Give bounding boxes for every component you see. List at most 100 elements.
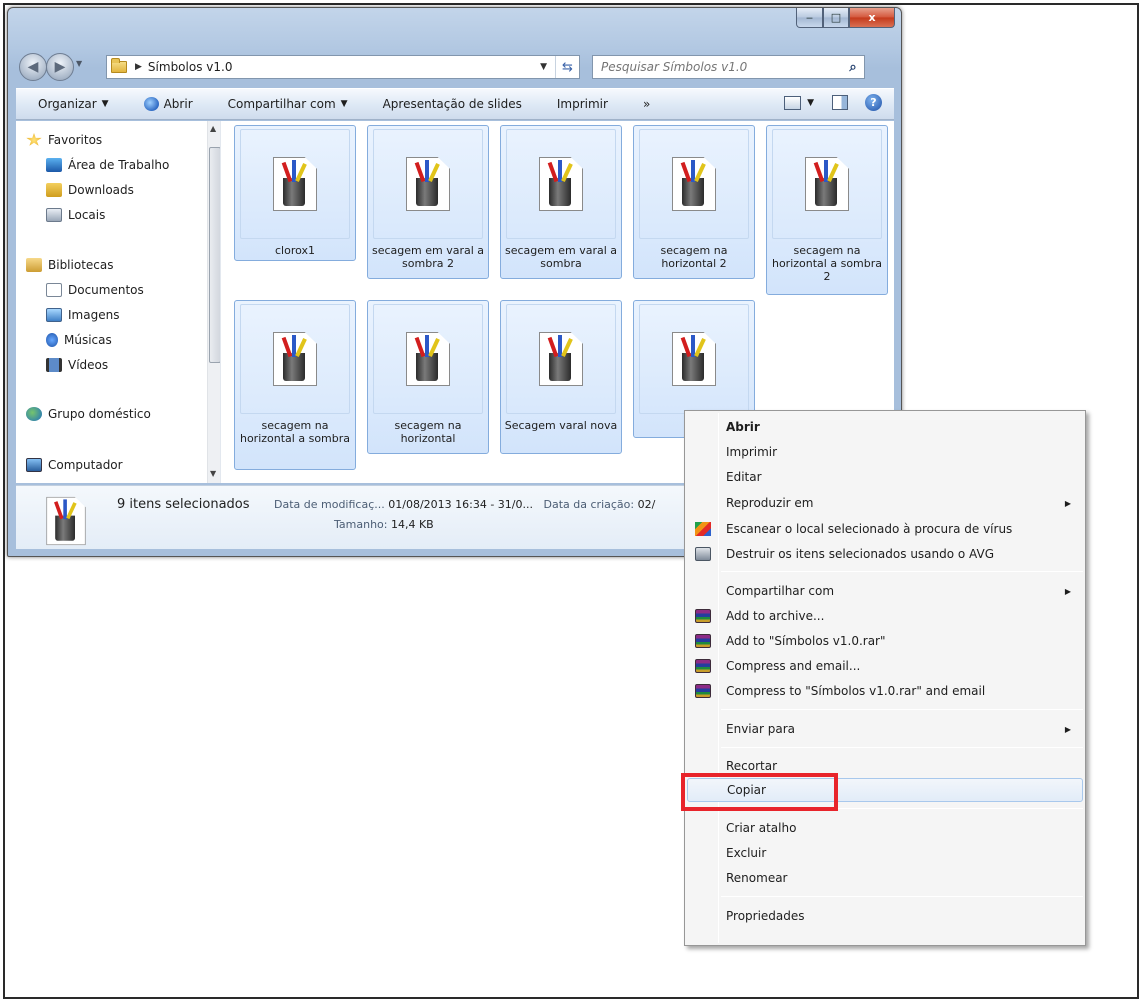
nav-videos[interactable]: Vídeos <box>46 355 108 375</box>
menu-item-add-rar[interactable]: Add to "Símbolos v1.0.rar" <box>687 629 1083 653</box>
nav-libraries[interactable]: Bibliotecas <box>26 255 113 275</box>
created-value: 02/ <box>637 498 656 511</box>
file-name: secagem na horizontal a sombra 2 <box>771 244 883 283</box>
selection-count: 9 itens selecionados <box>117 497 250 512</box>
chevron-down-icon: ▼ <box>340 99 348 109</box>
menu-item-send-to[interactable]: Enviar para ▶ <box>687 717 1083 741</box>
nav-images[interactable]: Imagens <box>46 305 119 325</box>
scrollbar-thumb[interactable] <box>209 147 220 363</box>
close-button[interactable]: x <box>849 8 895 28</box>
file-item[interactable]: secagem na horizontal a sombra <box>234 300 356 470</box>
folder-icon <box>111 58 127 73</box>
file-item[interactable]: clorox1 <box>234 125 356 261</box>
scroll-up-icon[interactable]: ▲ <box>210 124 216 133</box>
winrar-icon <box>695 684 711 698</box>
nav-scrollbar[interactable]: ▲ ▼ <box>207 121 220 483</box>
desktop-icon <box>46 158 62 172</box>
menu-item-compress-rar-email[interactable]: Compress to "Símbolos v1.0.rar" and emai… <box>687 679 1083 703</box>
forward-button[interactable]: ▶ <box>46 53 74 81</box>
image-file-icon <box>406 157 450 211</box>
search-icon[interactable]: ⌕ <box>842 60 864 75</box>
menu-item-share-with[interactable]: Compartilhar com ▶ <box>687 579 1083 603</box>
library-icon <box>26 258 42 272</box>
file-item[interactable]: secagem na horizontal <box>367 300 489 454</box>
nav-computer[interactable]: Computador <box>26 455 123 475</box>
breadcrumb-folder[interactable]: Símbolos v1.0 <box>148 60 233 74</box>
menu-item-shred[interactable]: Destruir os itens selecionados usando o … <box>687 542 1083 566</box>
chevron-down-icon[interactable]: ▼ <box>807 98 814 108</box>
nav-places[interactable]: Locais <box>46 205 105 225</box>
image-file-icon <box>406 332 450 386</box>
nav-documents[interactable]: Documentos <box>46 280 144 300</box>
change-view-icon[interactable] <box>784 95 802 110</box>
arrow-left-icon: ◀ <box>27 59 39 75</box>
image-file-icon <box>273 332 317 386</box>
nav-label: Bibliotecas <box>48 258 114 272</box>
menu-item-scan-virus[interactable]: Escanear o local selecionado à procura d… <box>687 517 1083 541</box>
music-note-icon <box>46 333 58 347</box>
slideshow-button[interactable]: Apresentação de slides <box>383 92 522 116</box>
nav-homegroup[interactable]: Grupo doméstico <box>26 404 151 424</box>
scroll-down-icon[interactable]: ▼ <box>210 469 216 478</box>
recent-pages-dropdown[interactable]: ▼ <box>76 59 82 68</box>
file-item[interactable]: secagem na horizontal a sombra 2 <box>766 125 888 295</box>
nav-label: Área de Trabalho <box>68 158 170 172</box>
menu-item-delete[interactable]: Excluir <box>687 841 1083 865</box>
open-icon <box>143 97 159 111</box>
menu-item-open[interactable]: Abrir <box>687 415 1083 439</box>
preview-pane-icon[interactable] <box>832 95 848 110</box>
menu-label: Compartilhar com <box>726 584 835 598</box>
help-icon[interactable]: ? <box>865 94 882 111</box>
menu-item-print[interactable]: Imprimir <box>687 440 1083 464</box>
organize-button[interactable]: Organizar ▼ <box>38 92 109 116</box>
nav-desktop[interactable]: Área de Trabalho <box>46 155 169 175</box>
menu-item-properties[interactable]: Propriedades <box>687 904 1083 928</box>
menu-item-compress-email[interactable]: Compress and email... <box>687 654 1083 678</box>
menu-item-rename[interactable]: Renomear <box>687 866 1083 890</box>
more-commands-button[interactable]: » <box>643 92 650 116</box>
minimize-button[interactable]: ‒ <box>796 8 823 28</box>
nav-label: Músicas <box>64 333 112 347</box>
image-file-icon <box>273 157 317 211</box>
address-row: ◀ ▶ ▼ ▶ Símbolos v1.0 ▼ ⇆ ⌕ <box>16 51 894 81</box>
nav-favorites[interactable]: Favoritos <box>26 130 102 150</box>
nav-label: Locais <box>68 208 106 222</box>
menu-label: Add to archive... <box>726 609 825 623</box>
image-file-icon <box>539 332 583 386</box>
file-name: secagem na horizontal 2 <box>660 244 728 270</box>
menu-item-create-shortcut[interactable]: Criar atalho <box>687 816 1083 840</box>
menu-item-play-in[interactable]: Reproduzir em ▶ <box>687 491 1083 515</box>
address-bar[interactable]: ▶ Símbolos v1.0 ▼ ⇆ <box>106 55 580 79</box>
chevron-down-icon[interactable]: ▼ <box>532 62 555 72</box>
menu-item-add-archive[interactable]: Add to archive... <box>687 604 1083 628</box>
downloads-folder-icon <box>46 183 62 197</box>
back-button[interactable]: ◀ <box>19 53 47 81</box>
image-file-icon <box>672 157 716 211</box>
file-item[interactable]: secagem em varal a sombra <box>500 125 622 279</box>
file-thumbnail <box>639 304 749 414</box>
refresh-icon: ⇆ <box>562 59 573 75</box>
file-name: clorox1 <box>274 244 315 257</box>
file-name: secagem na horizontal a sombra <box>239 419 351 445</box>
file-item[interactable]: secagem em varal a sombra 2 <box>367 125 489 279</box>
chevron-right-icon[interactable]: ▶ <box>135 62 142 72</box>
search-input[interactable] <box>599 59 842 75</box>
nav-label: Vídeos <box>68 358 109 372</box>
menu-item-edit[interactable]: Editar <box>687 465 1083 489</box>
submenu-arrow-icon: ▶ <box>1064 586 1071 596</box>
maximize-button[interactable]: □ <box>823 8 849 28</box>
menu-separator <box>721 709 1083 710</box>
print-button[interactable]: Imprimir <box>557 92 608 116</box>
share-button[interactable]: Compartilhar com ▼ <box>228 92 348 116</box>
nav-music[interactable]: Músicas <box>46 330 112 350</box>
file-item[interactable]: secagem na horizontal 2 <box>633 125 755 279</box>
refresh-button[interactable]: ⇆ <box>555 56 579 78</box>
nav-downloads[interactable]: Downloads <box>46 180 134 200</box>
file-name: secagem na horizontal <box>394 419 462 445</box>
size-label: Tamanho: <box>334 518 388 531</box>
file-item[interactable]: Secagem varal nova <box>500 300 622 454</box>
organize-label: Organizar <box>38 97 97 111</box>
nav-label: Downloads <box>68 183 134 197</box>
open-button[interactable]: Abrir <box>143 92 193 116</box>
menu-label: Add to "Símbolos v1.0.rar" <box>726 634 886 648</box>
